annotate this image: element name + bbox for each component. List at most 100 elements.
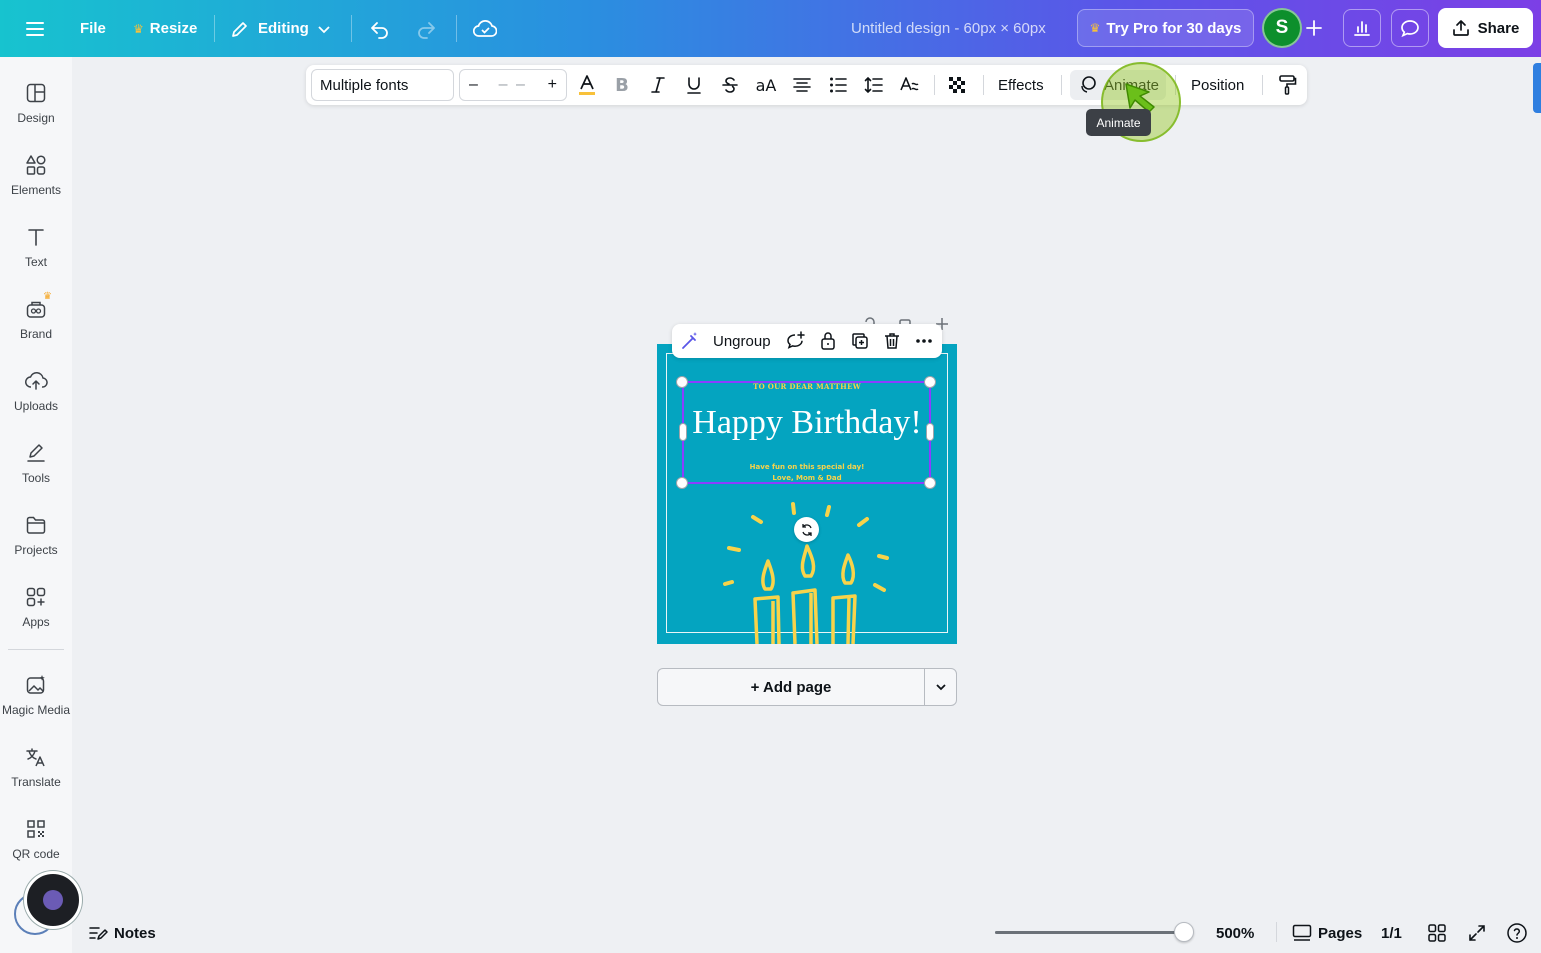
left-sidebar: Design Elements Text ♛ Brand Uploads Too…: [0, 57, 72, 953]
pen-tool-icon: [27, 444, 45, 462]
align-button[interactable]: [790, 73, 814, 97]
zoom-slider[interactable]: [995, 931, 1185, 934]
magic-edit-button[interactable]: [678, 329, 702, 353]
cloud-check-icon: [473, 19, 497, 37]
bar-chart-icon: [1354, 21, 1370, 36]
pages-icon: [1292, 924, 1312, 941]
sidebar-item-translate[interactable]: Translate: [0, 745, 72, 815]
sidebar-item-brand[interactable]: ♛ Brand: [0, 291, 72, 367]
increase-size-button[interactable]: +: [548, 76, 557, 94]
divider: [1061, 75, 1062, 95]
cloud-save-status[interactable]: [473, 0, 497, 57]
add-page-control: + Add page: [657, 668, 957, 706]
ungroup-button[interactable]: Ungroup: [713, 324, 771, 358]
italic-button[interactable]: [646, 73, 670, 97]
redo-button[interactable]: [415, 0, 437, 57]
divider: [983, 75, 984, 95]
add-page-options-button[interactable]: [925, 669, 957, 705]
crown-icon: ♛: [133, 21, 144, 36]
side-resize-handle[interactable]: [926, 423, 934, 441]
lock-button[interactable]: [816, 329, 840, 353]
sidebar-item-label: Design: [17, 111, 55, 125]
zoom-slider-fill: [995, 931, 1176, 934]
comments-button[interactable]: [1391, 9, 1429, 47]
magic-wand-icon: [682, 332, 697, 349]
add-comment-button[interactable]: [784, 329, 808, 353]
help-button[interactable]: [1506, 913, 1528, 953]
help-icon: [1507, 923, 1527, 943]
sidebar-item-elements[interactable]: Elements: [0, 153, 72, 223]
line-spacing-icon: [864, 76, 883, 94]
spacing-button[interactable]: [862, 73, 886, 97]
try-pro-button[interactable]: ♛ Try Pro for 30 days: [1077, 9, 1254, 47]
add-page-button[interactable]: + Add page: [658, 669, 924, 705]
undo-button[interactable]: [369, 0, 391, 57]
sidebar-item-apps[interactable]: Apps: [0, 585, 72, 655]
copy-style-button[interactable]: [1275, 73, 1299, 97]
sidebar-item-uploads[interactable]: Uploads: [0, 369, 72, 439]
bold-button[interactable]: B: [610, 73, 634, 97]
resize-handle[interactable]: [676, 376, 688, 388]
sidebar-item-tools[interactable]: Tools: [0, 441, 72, 511]
side-resize-handle[interactable]: [679, 423, 687, 441]
resize-button[interactable]: ♛ Resize: [133, 0, 197, 57]
grid-view-button[interactable]: [1427, 913, 1447, 953]
effects-button[interactable]: Effects: [998, 65, 1044, 105]
sidebar-item-label: Text: [24, 255, 47, 269]
zoom-slider-thumb[interactable]: [1174, 922, 1194, 942]
insights-button[interactable]: [1343, 9, 1381, 47]
strikethrough-button[interactable]: [718, 73, 742, 97]
sidebar-item-text[interactable]: Text: [0, 225, 72, 295]
divider: [934, 75, 935, 95]
sidebar-item-label: Translate: [11, 775, 61, 789]
position-button[interactable]: Position: [1191, 65, 1244, 105]
design-icon: [26, 83, 46, 103]
document-title[interactable]: Untitled design - 60px × 60px: [851, 0, 1046, 57]
delete-button[interactable]: [880, 329, 904, 353]
divider: [351, 15, 352, 42]
font-size-input[interactable]: – –: [499, 76, 527, 94]
sidebar-item-magic-media[interactable]: Magic Media: [0, 673, 72, 743]
editing-label: Editing: [258, 20, 309, 37]
transparency-button[interactable]: [945, 73, 969, 97]
notes-icon: [89, 927, 108, 940]
rotate-handle[interactable]: [794, 517, 819, 542]
pages-button[interactable]: Pages: [1292, 913, 1362, 953]
more-options-button[interactable]: [912, 329, 936, 353]
text-style-icon: [900, 77, 919, 91]
resize-handle[interactable]: [924, 477, 936, 489]
letter-case-button[interactable]: aA: [754, 73, 778, 97]
editing-dropdown[interactable]: Editing: [230, 0, 331, 57]
translate-icon: [26, 748, 45, 767]
zoom-level[interactable]: 500%: [1216, 913, 1254, 953]
decrease-size-button[interactable]: –: [469, 76, 478, 94]
share-button[interactable]: Share: [1438, 8, 1533, 48]
expand-icon: [1469, 925, 1485, 941]
bold-icon: B: [615, 74, 629, 96]
text-color-button[interactable]: [575, 73, 599, 97]
notes-button[interactable]: Notes: [88, 913, 156, 953]
sidebar-item-projects[interactable]: Projects: [0, 513, 72, 583]
apps-icon: [26, 587, 46, 607]
resize-handle[interactable]: [924, 376, 936, 388]
sidebar-item-label: Magic Media: [1, 703, 71, 717]
menu-button[interactable]: [24, 0, 46, 57]
magic-assistant-button[interactable]: [24, 871, 82, 929]
underline-button[interactable]: [682, 73, 706, 97]
fullscreen-button[interactable]: [1467, 913, 1487, 953]
text-effects-style-button[interactable]: [898, 73, 922, 97]
italic-icon: [651, 77, 665, 93]
notes-label: Notes: [114, 924, 156, 942]
animate-icon: [1081, 76, 1096, 93]
share-label: Share: [1477, 19, 1520, 37]
file-menu[interactable]: File: [80, 0, 106, 57]
list-button[interactable]: [826, 73, 850, 97]
resize-handle[interactable]: [676, 477, 688, 489]
trash-icon: [885, 333, 899, 349]
invite-button[interactable]: [1295, 9, 1333, 47]
redo-icon: [418, 21, 435, 39]
right-panel-tab[interactable]: [1533, 63, 1541, 113]
duplicate-button[interactable]: [848, 329, 872, 353]
sidebar-item-design[interactable]: Design: [0, 81, 72, 151]
font-family-select[interactable]: Multiple fonts: [311, 69, 454, 101]
